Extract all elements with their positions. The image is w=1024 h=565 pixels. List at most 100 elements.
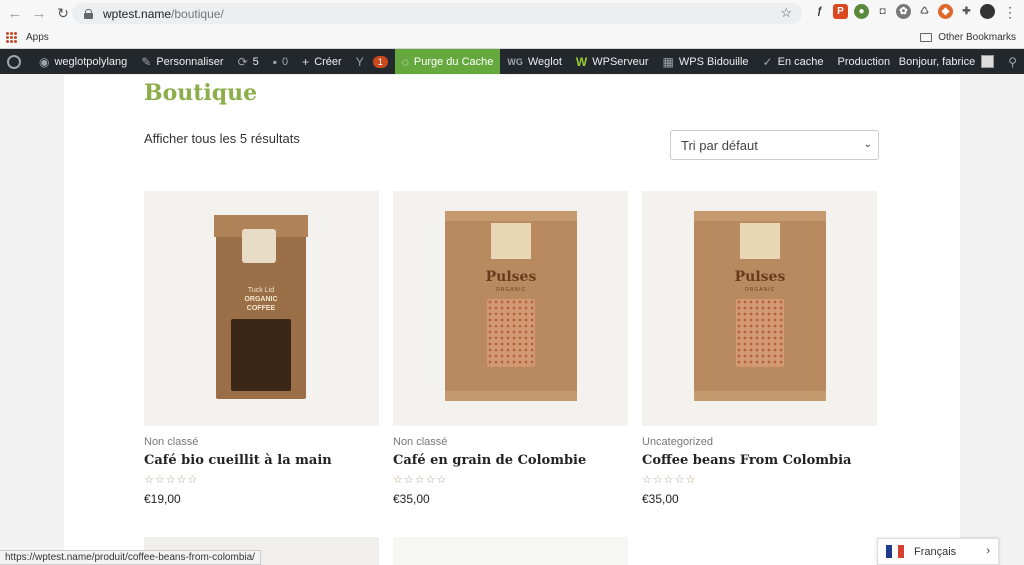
rating-stars: ☆☆☆☆☆ bbox=[393, 474, 448, 486]
url-path: /boutique/ bbox=[171, 6, 224, 21]
address-bar[interactable]: wptest.name/boutique/ ☆ bbox=[72, 3, 802, 24]
product-image-partial[interactable] bbox=[393, 537, 628, 565]
pulses-bag-illustration: Pulses ORGANIC bbox=[445, 211, 577, 401]
product-image[interactable]: Pulses ORGANIC bbox=[393, 191, 628, 426]
formula-extension-icon[interactable]: ƒ bbox=[812, 4, 827, 19]
bag-text-3: COFFEE bbox=[246, 305, 276, 312]
updates-link[interactable]: ⟳ 5 bbox=[231, 49, 266, 74]
sort-select[interactable]: Tri par défaut ⌄ bbox=[670, 130, 879, 160]
bag-text-1: Tuck Lid bbox=[247, 287, 275, 294]
chevron-down-icon: ⌄ bbox=[863, 139, 872, 150]
wpserveur-icon: W bbox=[575, 54, 588, 69]
apps-label[interactable]: Apps bbox=[26, 32, 49, 43]
spinner-icon: ◌ bbox=[401, 54, 409, 69]
language-label: Français bbox=[914, 545, 957, 558]
rating-stars: ☆☆☆☆☆ bbox=[144, 474, 199, 486]
dashboard-icon: ◉ bbox=[39, 54, 50, 69]
page-title: Boutique bbox=[144, 80, 258, 106]
forward-icon[interactable]: → bbox=[30, 5, 48, 23]
production-link[interactable]: Production bbox=[830, 49, 897, 74]
product-card[interactable]: Tuck Lid ORGANIC COFFEE Non classé Café … bbox=[144, 191, 379, 506]
flag-extension-icon[interactable]: P bbox=[833, 4, 848, 19]
sort-selected: Tri par défaut bbox=[681, 137, 758, 153]
yoast-badge: 1 bbox=[372, 55, 388, 68]
puzzle-icon[interactable]: ✚ bbox=[959, 4, 974, 19]
colorful-extension-icon[interactable]: ● bbox=[854, 4, 869, 19]
customize-link[interactable]: ✎ Personnaliser bbox=[134, 49, 230, 74]
camera-extension-icon[interactable]: ◘ bbox=[875, 4, 890, 19]
weglot-icon: WG bbox=[507, 56, 523, 67]
cache-label: En cache bbox=[777, 55, 824, 68]
greeting-label: Bonjour, fabrice bbox=[898, 55, 976, 68]
product-name[interactable]: Café bio cueillit à la main bbox=[144, 453, 379, 468]
account-menu[interactable]: Bonjour, fabrice bbox=[892, 49, 1001, 74]
new-content-link[interactable]: + Créer bbox=[295, 49, 349, 74]
wpserveur-link[interactable]: W WPServeur bbox=[569, 49, 656, 74]
product-category: Non classé bbox=[393, 436, 448, 448]
wp-logo-icon[interactable] bbox=[0, 49, 32, 74]
bag-sub: ORGANIC bbox=[495, 287, 527, 293]
product-card[interactable]: Pulses ORGANIC Non classé Café en grain … bbox=[393, 191, 628, 506]
bookmark-star-icon[interactable]: ☆ bbox=[780, 5, 792, 21]
bookmarks-bar: Apps Other Bookmarks bbox=[0, 27, 1024, 49]
product-card[interactable]: Pulses ORGANIC Uncategorized Coffee bean… bbox=[642, 191, 877, 506]
bag-word: Pulses bbox=[485, 269, 537, 285]
wpserveur-label: WPServeur bbox=[592, 55, 649, 68]
shop-content: Boutique Afficher tous les 5 résultats T… bbox=[64, 75, 960, 565]
updates-count: 5 bbox=[252, 55, 259, 68]
result-count: Afficher tous les 5 résultats bbox=[144, 131, 300, 146]
weglot-label: Weglot bbox=[527, 55, 562, 68]
product-image[interactable]: Pulses ORGANIC bbox=[642, 191, 877, 426]
language-switcher[interactable]: Français › bbox=[877, 538, 999, 565]
comments-link[interactable]: ▪ 0 bbox=[266, 49, 295, 74]
other-bookmarks[interactable]: Other Bookmarks bbox=[920, 32, 1016, 43]
production-label: Production bbox=[837, 55, 891, 68]
product-name[interactable]: Café en grain de Colombie bbox=[393, 453, 628, 468]
comment-icon: ▪ bbox=[272, 54, 278, 69]
admin-site-link[interactable]: ◉ weglotpolylang bbox=[32, 49, 134, 74]
bag-text-2: ORGANIC bbox=[244, 296, 278, 303]
product-name[interactable]: Coffee beans From Colombia bbox=[642, 453, 877, 468]
product-price: €35,00 bbox=[393, 492, 430, 506]
wps-label: WPS Bidouille bbox=[678, 55, 749, 68]
customize-label: Personnaliser bbox=[156, 55, 224, 68]
pulses-bag-illustration: Pulses ORGANIC bbox=[694, 211, 826, 401]
coffee-bag-illustration: Tuck Lid ORGANIC COFFEE bbox=[214, 215, 308, 399]
purge-label: Purge du Cache bbox=[413, 55, 494, 68]
updates-icon: ⟳ bbox=[237, 54, 248, 69]
profile-avatar[interactable] bbox=[980, 4, 995, 19]
bag-word: Pulses bbox=[734, 269, 786, 285]
comments-count: 0 bbox=[282, 55, 289, 68]
product-image[interactable]: Tuck Lid ORGANIC COFFEE bbox=[144, 191, 379, 426]
product-price: €19,00 bbox=[144, 492, 181, 506]
product-price: €35,00 bbox=[642, 492, 679, 506]
grid-icon: ▦ bbox=[662, 54, 674, 69]
menu-dots-icon[interactable]: ⋮ bbox=[1003, 4, 1017, 21]
brush-icon: ✎ bbox=[141, 54, 152, 69]
plus-icon: + bbox=[302, 54, 310, 69]
chevron-right-icon: › bbox=[986, 545, 990, 557]
folder-icon bbox=[920, 33, 933, 42]
lock-icon bbox=[84, 8, 93, 19]
wps-bidouille-link[interactable]: ▦ WPS Bidouille bbox=[656, 49, 756, 74]
search-icon[interactable]: ⚲ bbox=[1001, 49, 1024, 74]
yoast-link[interactable]: Y1 bbox=[349, 49, 395, 74]
other-bookmarks-label: Other Bookmarks bbox=[938, 32, 1016, 43]
shield-extension-icon[interactable]: ◆ bbox=[938, 4, 953, 19]
recycle-extension-icon[interactable]: ♺ bbox=[917, 4, 932, 19]
url-host: wptest.name bbox=[103, 6, 172, 21]
cache-status[interactable]: ✓ En cache bbox=[756, 49, 831, 74]
bag-sub: ORGANIC bbox=[744, 287, 776, 293]
yoast-icon: Y bbox=[355, 54, 364, 69]
product-category: Non classé bbox=[144, 436, 199, 448]
apps-icon[interactable] bbox=[6, 32, 17, 43]
settings-extension-icon[interactable]: ✿ bbox=[896, 4, 911, 19]
browser-toolbar: ← → ↻ wptest.name/boutique/ ☆ ƒ P ● ◘ ✿ … bbox=[0, 0, 1024, 27]
weglot-link[interactable]: WG Weglot bbox=[500, 49, 569, 74]
extensions: ƒ P ● ◘ ✿ ♺ ◆ ✚ bbox=[812, 4, 995, 19]
page-body: Boutique Afficher tous les 5 résultats T… bbox=[0, 75, 1024, 565]
avatar bbox=[981, 55, 995, 68]
reload-icon[interactable]: ↻ bbox=[54, 5, 72, 23]
back-icon[interactable]: ← bbox=[6, 5, 24, 23]
purge-cache-button[interactable]: ◌ Purge du Cache bbox=[394, 49, 501, 74]
